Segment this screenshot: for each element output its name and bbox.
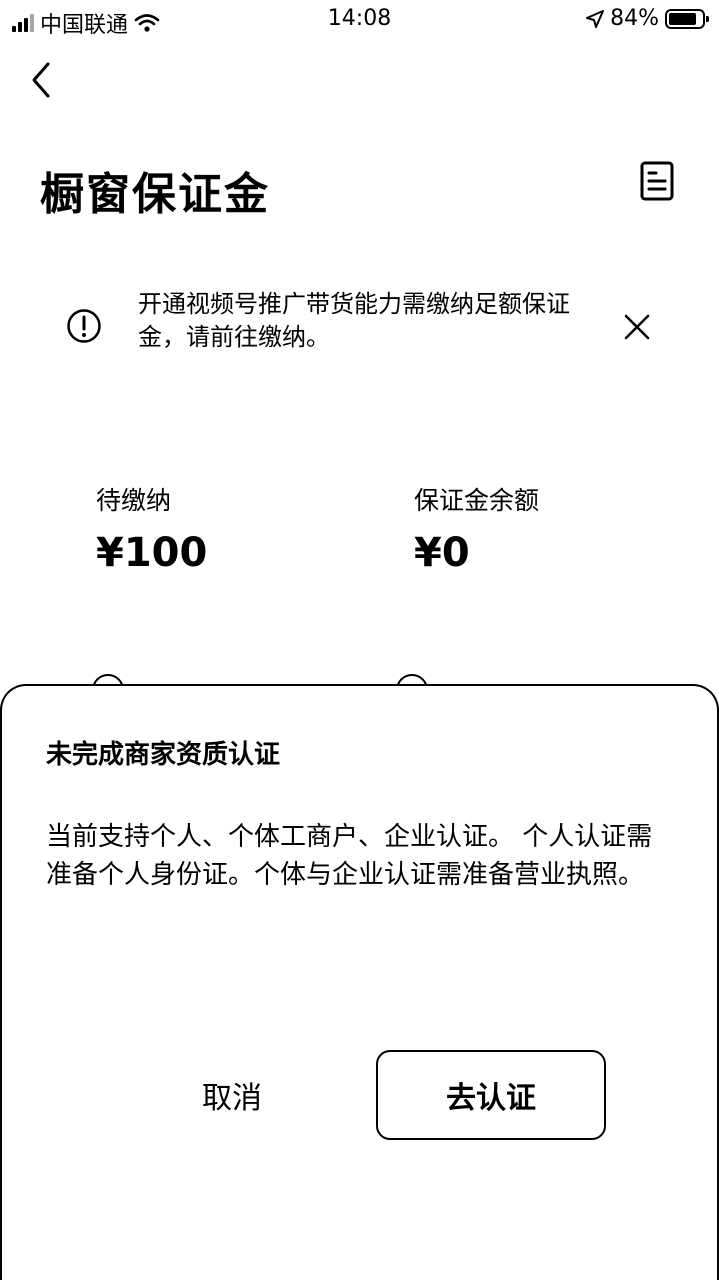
pending-value: ¥100: [96, 530, 208, 576]
battery-percent: 84%: [610, 6, 659, 31]
battery-icon: [665, 8, 709, 29]
cancel-button[interactable]: 取消: [132, 1050, 332, 1140]
chevron-left-icon: [32, 62, 50, 98]
dialog-title: 未完成商家资质认证: [46, 740, 281, 770]
status-right: 84%: [586, 6, 709, 31]
balance-value: ¥0: [414, 530, 470, 576]
pending-stat: 待缴纳 ¥100: [96, 484, 207, 576]
location-arrow-icon: [586, 9, 605, 28]
battery-level-fill: [669, 12, 696, 25]
pending-label: 待缴纳: [96, 486, 172, 515]
dialog-body: 当前支持个人、个体工商户、企业认证。 个人认证需准备个人身份证。个体与企业认证需…: [46, 822, 653, 890]
status-bar: 中国联通 14:08 84%: [0, 0, 719, 40]
back-button[interactable]: [26, 60, 60, 100]
balance-stat: 保证金余额 ¥0: [414, 484, 539, 576]
document-list-icon: [640, 161, 674, 201]
page-title: 橱窗保证金: [40, 169, 270, 220]
balance-label: 保证金余额: [414, 486, 540, 515]
notice-text: 开通视频号推广带货能力需缴纳足额保证金，请前往缴纳。: [138, 290, 570, 351]
verification-dialog: 未完成商家资质认证 当前支持个人、个体工商户、企业认证。 个人认证需准备个人身份…: [0, 684, 719, 1280]
exclamation-circle-icon: [67, 309, 101, 343]
go-verify-button[interactable]: 去认证: [376, 1050, 606, 1140]
records-button[interactable]: [638, 160, 676, 202]
close-icon[interactable]: [624, 314, 650, 340]
notice-banner: 开通视频号推广带货能力需缴纳足额保证金，请前往缴纳。: [40, 280, 680, 375]
